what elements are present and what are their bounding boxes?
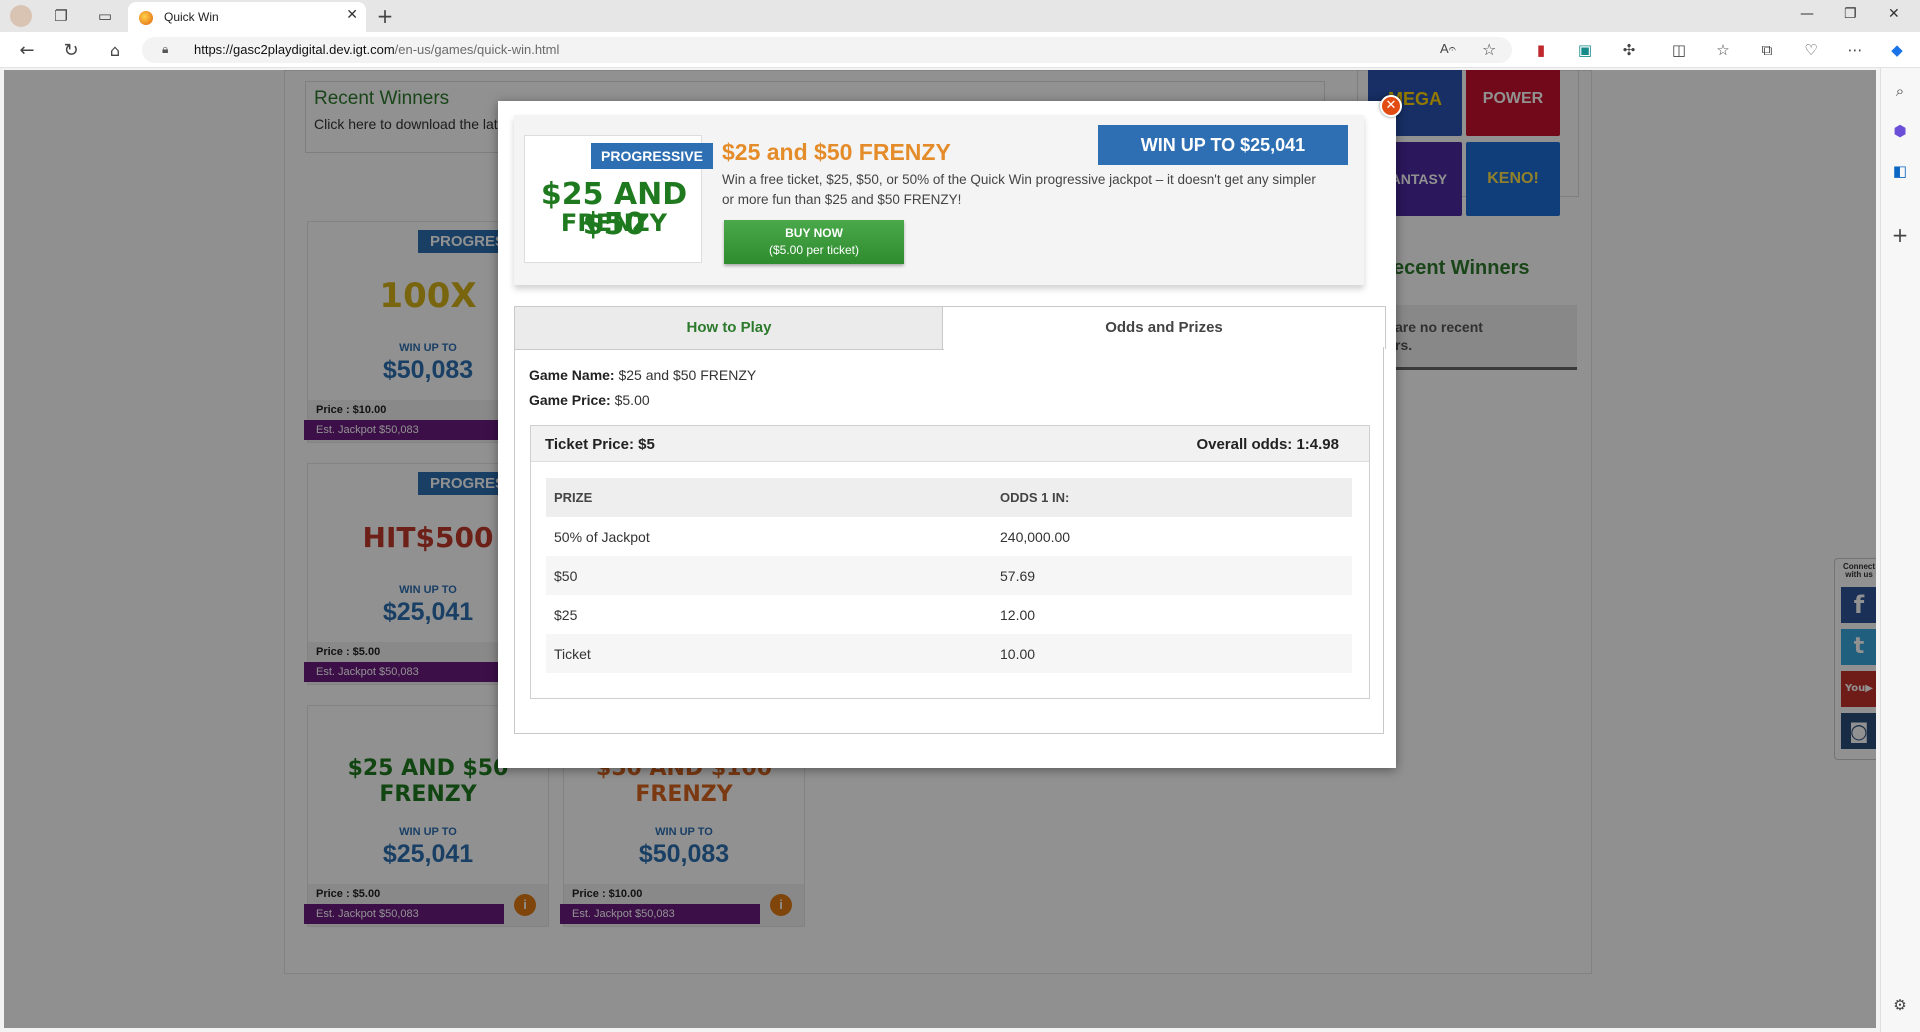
close-window-icon[interactable]: ✕ (1888, 6, 1900, 22)
tab-how-to-play[interactable]: How to Play (514, 306, 944, 350)
prize-cell: 50% of Jackpot (554, 528, 650, 545)
game-detail-modal: PROGRESSIVE $25 AND $50 FRENZY $25 and $… (498, 95, 1402, 768)
odds-cell: 12.00 (1000, 606, 1036, 623)
game-name-value: $25 and $50 FRENZY (618, 367, 757, 383)
game-price-label: Game Price: (529, 392, 611, 408)
game-title: $25 and $50 FRENZY (722, 139, 951, 165)
odds-cell: 10.00 (992, 634, 1352, 673)
split-screen-icon[interactable]: ◫ (1668, 39, 1690, 61)
extension-teal-icon[interactable]: ▣ (1574, 39, 1596, 61)
odds-cell: 240,000.00 (1000, 528, 1071, 545)
restore-icon[interactable]: ❐ (1844, 6, 1857, 22)
modal-header: PROGRESSIVE $25 AND $50 FRENZY $25 and $… (514, 115, 1364, 285)
address-bar-row: ← ↻ ⌂ 🔒︎ https://gasc2playdigital.dev.ig… (0, 32, 1920, 68)
edge-sidebar: ⌕ ⬢ ◧ + ⚙ (1880, 68, 1920, 1032)
copilot-icon[interactable]: ◆ (1886, 39, 1908, 61)
odds-header: ODDS 1 IN: (992, 478, 1352, 517)
game-price-value: $5.00 (614, 392, 650, 408)
modal-tabs: How to Play Odds and Prizes (514, 306, 1386, 350)
buy-now-price: ($5.00 per ticket) (768, 243, 860, 257)
buy-now-button[interactable]: BUY NOW ($5.00 per ticket) (724, 220, 904, 264)
extensions-puzzle-icon[interactable]: ✣ (1618, 39, 1640, 61)
game-thumbnail: PROGRESSIVE $25 AND $50 FRENZY (524, 135, 713, 263)
read-aloud-icon[interactable]: A𝄐 (1440, 41, 1456, 57)
prize-cell: $50 (546, 556, 992, 595)
odds-table: PRIZE ODDS 1 IN: 50% of Jackpot 240,000.… (546, 478, 1352, 673)
odds-cell: 57.69 (992, 556, 1352, 595)
outlook-icon[interactable]: ◧ (1889, 160, 1911, 182)
profile-avatar[interactable] (10, 5, 32, 27)
tab-actions-icon[interactable]: ▭ (94, 5, 116, 27)
url-domain: https://gasc2playdigital.dev.igt.com (194, 42, 395, 57)
sidebar-app-icon[interactable]: ⬢ (1889, 120, 1911, 142)
game-name-row: Game Name: $25 and $50 FRENZY (529, 367, 756, 383)
odds-box: Ticket Price: $5 Overall odds: 1:4.98 PR… (530, 425, 1370, 699)
table-row: Ticket 10.00 (546, 634, 1352, 673)
table-row: 50% of Jackpot 240,000.00 (546, 517, 1352, 556)
buy-now-label: BUY NOW (785, 226, 843, 240)
overall-odds: Overall odds: 1:4.98 (1196, 436, 1339, 453)
collections-icon[interactable]: ⧉ (1756, 39, 1778, 61)
url-path: /en-us/games/quick-win.html (394, 42, 560, 57)
close-tab-icon[interactable]: ✕ (346, 7, 358, 23)
quick-win-favicon (139, 11, 153, 25)
prize-header: PRIZE (546, 478, 992, 517)
table-row: $50 57.69 (546, 556, 1352, 595)
home-icon[interactable]: ⌂ (104, 39, 126, 61)
game-name-label: Game Name: (529, 367, 615, 383)
workspaces-icon[interactable]: ❐ (50, 5, 72, 27)
performance-icon[interactable]: ♡ (1800, 39, 1822, 61)
odds-panel: Game Name: $25 and $50 FRENZY Game Price… (514, 347, 1384, 734)
favorites-icon[interactable]: ☆ (1712, 39, 1734, 61)
lock-icon: 🔒︎ (162, 42, 169, 56)
tab-odds-and-prizes[interactable]: Odds and Prizes (942, 306, 1386, 349)
ticket-price: Ticket Price: $5 (545, 436, 655, 453)
prize-cell: Ticket (546, 634, 992, 673)
table-row: $25 12.00 (546, 595, 1352, 634)
table-header-row: PRIZE ODDS 1 IN: (546, 478, 1352, 517)
frenzy-logo-line2: FRENZY (560, 209, 668, 237)
game-price-row: Game Price: $5.00 (529, 392, 650, 408)
search-icon[interactable]: ⌕ (1889, 80, 1911, 102)
progressive-tag: PROGRESSIVE (591, 143, 713, 169)
more-menu-icon[interactable]: ⋯ (1844, 39, 1866, 61)
back-icon[interactable]: ← (16, 39, 38, 61)
add-sidebar-icon[interactable]: + (1889, 223, 1911, 247)
url-field[interactable]: 🔒︎ https://gasc2playdigital.dev.igt.com/… (142, 37, 1512, 63)
favorite-star-icon[interactable]: ☆ (1482, 40, 1496, 59)
settings-gear-icon[interactable]: ⚙ (1889, 994, 1911, 1016)
new-tab-icon[interactable]: + (374, 4, 396, 28)
minimize-icon[interactable]: — (1800, 6, 1814, 22)
refresh-icon[interactable]: ↻ (60, 39, 82, 61)
win-up-to-banner: WIN UP TO $25,041 (1098, 125, 1348, 165)
close-modal-icon[interactable]: ✕ (1380, 95, 1402, 117)
odds-box-header: Ticket Price: $5 Overall odds: 1:4.98 (531, 426, 1369, 462)
browser-tab-bar: ❐ ▭ Quick Win ✕ + — ❐ ✕ (0, 0, 1920, 32)
extension-red-icon[interactable]: ▮ (1530, 39, 1552, 61)
tab-title: Quick Win (164, 10, 219, 24)
prize-cell: $25 (554, 606, 578, 623)
browser-tab[interactable]: Quick Win ✕ (128, 2, 366, 32)
game-description: Win a free ticket, $25, $50, or 50% of t… (722, 172, 1316, 207)
